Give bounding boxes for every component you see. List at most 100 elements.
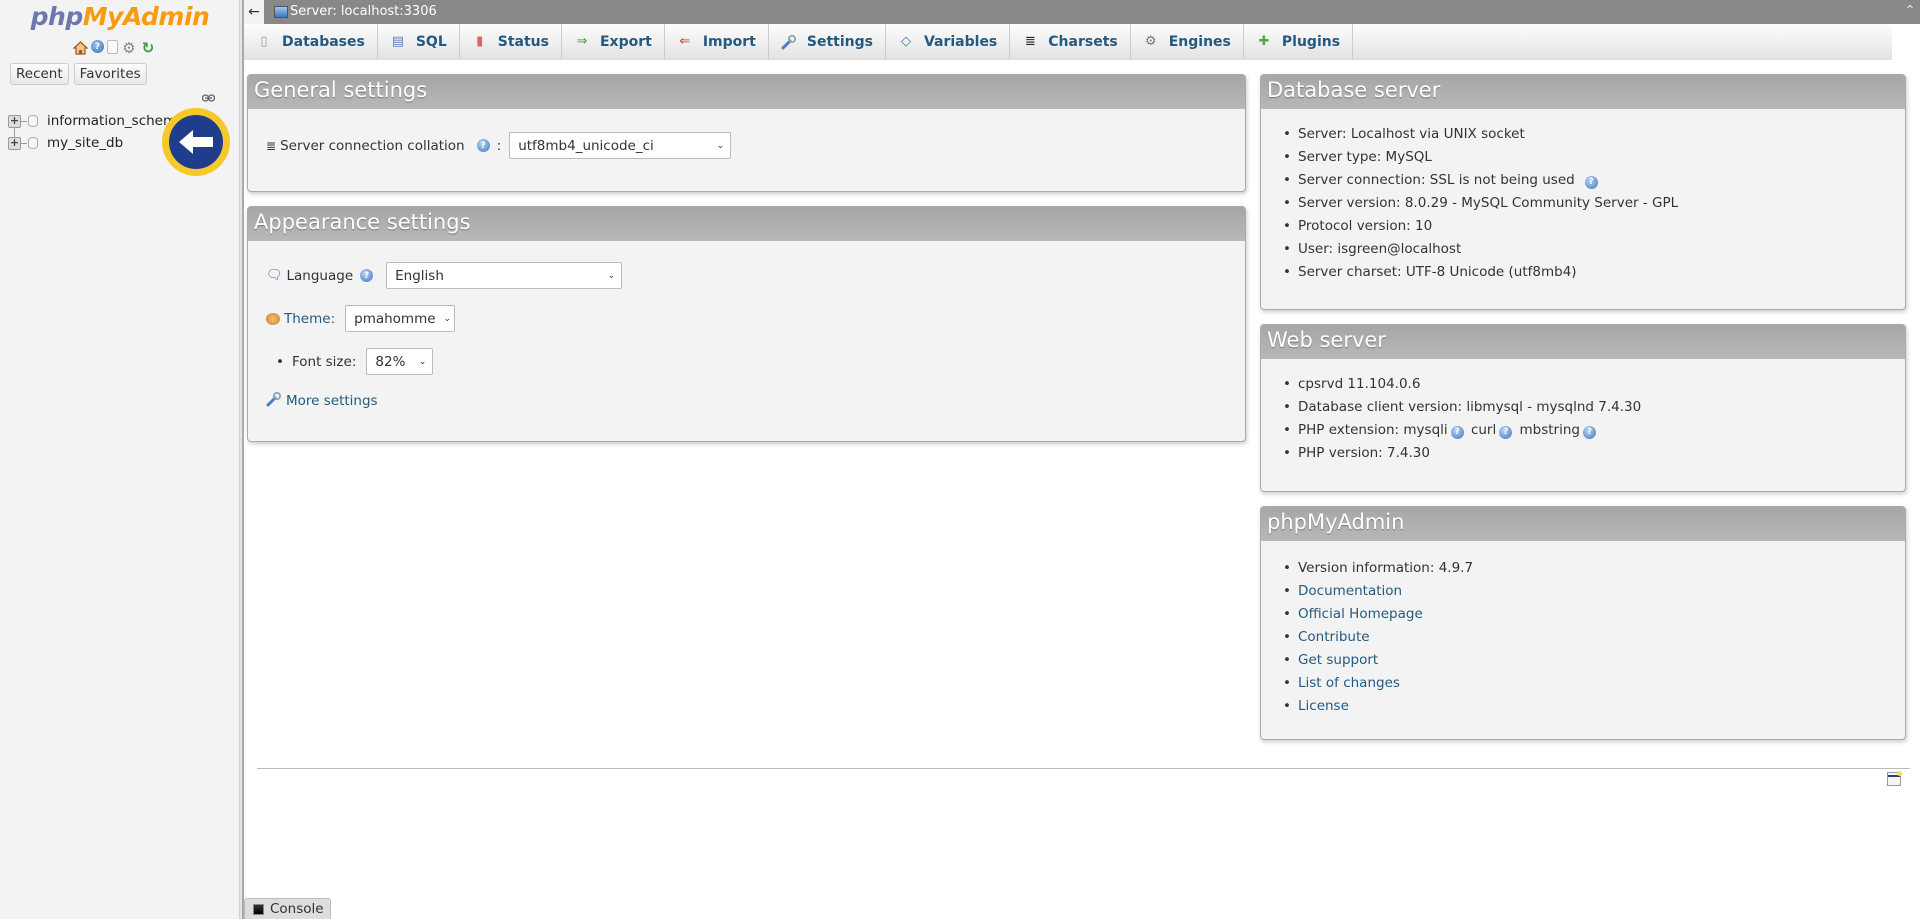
sidebar-resizer[interactable] <box>240 0 244 919</box>
database-icon <box>28 115 38 127</box>
tab-plugins[interactable]: ✚ Plugins <box>1244 24 1354 59</box>
tab-variables[interactable]: ◇ Variables <box>886 24 1011 59</box>
official-homepage-link[interactable]: Official Homepage <box>1283 603 1905 626</box>
web-server-info: cpsrvd 11.104.0.6 Database client versio… <box>1261 359 1905 465</box>
database-name[interactable]: my_site_db <box>47 135 123 151</box>
panel-title: General settings <box>248 75 1245 109</box>
back-button[interactable]: ← <box>244 0 264 24</box>
phpmyadmin-info: Version information: 4.9.7 Documentation… <box>1261 541 1905 718</box>
charsets-icon: ≣ <box>266 138 277 153</box>
expand-icon[interactable]: + <box>8 114 21 128</box>
license-link[interactable]: License <box>1283 695 1905 718</box>
help-icon[interactable]: ? <box>1499 426 1513 439</box>
panel-title: Database server <box>1261 75 1905 109</box>
breadcrumb-server[interactable]: Server: localhost:3306 <box>290 4 437 19</box>
theme-link[interactable]: Theme: <box>284 311 335 327</box>
top-bar: ← Server: localhost:3306 ⌃ <box>244 0 1920 24</box>
theme-icon <box>266 312 280 325</box>
recent-button[interactable]: Recent <box>10 63 69 85</box>
back-arrow-overlay[interactable] <box>162 108 230 176</box>
font-size-select[interactable]: 82% ⌄ <box>366 348 434 375</box>
console-toggle[interactable]: Console <box>244 898 331 919</box>
expand-icon[interactable]: + <box>8 136 21 150</box>
link-icon[interactable] <box>201 92 216 105</box>
tab-databases[interactable]: ▯ Databases <box>244 24 378 59</box>
tab-import[interactable]: ⇐ Import <box>665 24 769 59</box>
chevron-down-icon: ⌄ <box>716 140 725 151</box>
docs-icon[interactable] <box>107 40 118 54</box>
wrench-icon <box>266 391 282 411</box>
tab-engines[interactable]: ⚙ Engines <box>1131 24 1244 59</box>
main-tabs: ▯ Databases ▤ SQL ▮ Status ⇒ Export ⇐ Import … <box>244 24 1892 60</box>
settings-icon[interactable]: ⚙ <box>121 39 137 57</box>
server-icon <box>274 5 288 18</box>
list-of-changes-link[interactable]: List of changes <box>1283 672 1905 695</box>
navigation-sidebar: phpMyAdmin ? ⚙ ↻ Recent Favorites + info… <box>0 0 240 919</box>
tab-status[interactable]: ▮ Status <box>460 24 562 59</box>
documentation-link[interactable]: Documentation <box>1283 580 1905 603</box>
language-icon: 🗨 <box>266 268 283 283</box>
phpmyadmin-logo[interactable]: phpMyAdmin <box>0 2 240 31</box>
help-icon[interactable]: ? <box>1584 176 1598 189</box>
list-item: Server charset: UTF-8 Unicode (utf8mb4) <box>1283 261 1905 284</box>
database-icon <box>28 137 38 149</box>
phpmyadmin-panel: phpMyAdmin Version information: 4.9.7 Do… <box>1260 506 1906 740</box>
help-icon[interactable]: ? <box>91 40 104 53</box>
list-item: Server connection: SSL is not being used… <box>1283 169 1905 192</box>
list-item: PHP extension: mysqli? curl? mbstring? <box>1283 419 1905 442</box>
favorites-button[interactable]: Favorites <box>73 63 147 85</box>
help-icon[interactable]: ? <box>1450 426 1464 439</box>
arrow-left-icon <box>179 130 213 154</box>
list-item: Server: Localhost via UNIX socket <box>1283 123 1905 146</box>
tree-item-information-schema[interactable]: + information_schema <box>8 110 184 132</box>
list-item: PHP version: 7.4.30 <box>1283 442 1905 465</box>
help-icon[interactable]: ? <box>360 269 374 282</box>
help-icon[interactable]: ? <box>476 139 490 152</box>
list-item: User: isgreen@localhost <box>1283 238 1905 261</box>
panel-title: Appearance settings <box>248 207 1245 241</box>
console-icon <box>253 903 264 915</box>
database-server-info: Server: Localhost via UNIX socket Server… <box>1261 109 1905 284</box>
chevron-down-icon: ⌄ <box>607 270 616 281</box>
list-item: Database client version: libmysql - mysq… <box>1283 396 1905 419</box>
footer-divider <box>257 768 1910 769</box>
plugin-icon: ✚ <box>1258 34 1270 49</box>
database-name[interactable]: information_schema <box>47 113 184 129</box>
font-size-label: Font size: <box>291 353 357 370</box>
import-icon: ⇐ <box>679 34 691 49</box>
database-icon: ▯ <box>260 34 268 49</box>
more-settings-link[interactable]: More settings <box>286 393 378 409</box>
help-icon[interactable]: ? <box>1583 426 1596 439</box>
list-item: Server version: 8.0.29 - MySQL Community… <box>1283 192 1905 215</box>
home-icon[interactable] <box>72 40 88 56</box>
tab-export[interactable]: ⇒ Export <box>562 24 665 59</box>
language-label: Language <box>286 267 354 284</box>
collapse-icon[interactable]: ⌃ <box>1900 0 1920 24</box>
collation-label: Server connection collation <box>280 137 465 154</box>
appearance-settings-panel: Appearance settings 🗨 Language ? English… <box>247 206 1246 442</box>
sql-icon: ▤ <box>391 34 404 49</box>
collation-select[interactable]: utf8mb4_unicode_ci ⌄ <box>509 132 732 159</box>
tab-settings[interactable]: Settings <box>769 24 886 59</box>
version-info: Version information: 4.9.7 <box>1283 557 1905 580</box>
list-item: cpsrvd 11.104.0.6 <box>1283 373 1905 396</box>
page-settings-icon[interactable] <box>1887 771 1902 786</box>
reload-icon[interactable]: ↻ <box>140 39 156 57</box>
tab-charsets[interactable]: ≣ Charsets <box>1010 24 1131 59</box>
panel-title: Web server <box>1261 325 1905 359</box>
export-icon: ⇒ <box>576 34 588 49</box>
language-select[interactable]: English ⌄ <box>386 262 623 289</box>
variables-icon: ◇ <box>900 34 911 49</box>
get-support-link[interactable]: Get support <box>1283 649 1905 672</box>
wrench-icon <box>781 34 797 50</box>
list-item: Server type: MySQL <box>1283 146 1905 169</box>
chevron-down-icon: ⌄ <box>443 313 452 324</box>
tree-item-my-site-db[interactable]: + my_site_db <box>8 132 184 154</box>
contribute-link[interactable]: Contribute <box>1283 626 1905 649</box>
panel-title: phpMyAdmin <box>1261 507 1905 541</box>
general-settings-panel: General settings ≣ Server connection col… <box>247 74 1246 192</box>
theme-select[interactable]: pmahomme ⌄ <box>345 305 456 332</box>
database-server-panel: Database server Server: Localhost via UN… <box>1260 74 1906 310</box>
tab-sql[interactable]: ▤ SQL <box>378 24 460 59</box>
list-item: Protocol version: 10 <box>1283 215 1905 238</box>
